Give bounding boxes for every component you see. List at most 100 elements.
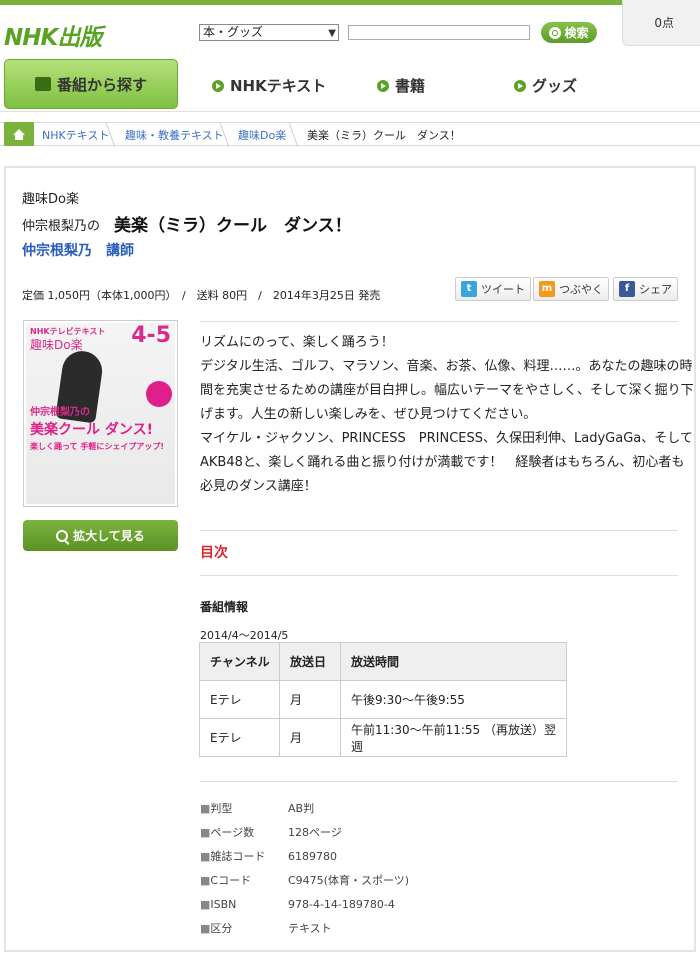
divider — [200, 321, 678, 322]
zoom-button[interactable]: 拡大して見る — [23, 520, 178, 551]
spec-value: テキスト — [288, 922, 332, 935]
price-line: 定価 1,050円（本体1,000円） / 送料 80円 / 2014年3月25… — [22, 289, 381, 302]
magnifier-icon — [56, 529, 69, 542]
search-input[interactable] — [348, 25, 530, 40]
cover-name-label: 仲宗根梨乃の — [30, 407, 90, 418]
spec-row: 区分テキスト — [200, 916, 409, 940]
spec-key: 判型 — [200, 800, 288, 816]
description-line: げます。人生の新しい楽しみを、ぜひ見つけてください。 — [200, 407, 537, 422]
arrow-circle-icon — [212, 79, 224, 92]
table-cell: 月 — [279, 680, 341, 719]
category-select[interactable]: 本・グッズ ▼ — [199, 24, 339, 41]
top-accent-line — [0, 0, 700, 5]
toc-heading: 目次 — [200, 545, 228, 561]
spec-key: ISBN — [200, 898, 288, 911]
nav-program-search-label: 番組から探す — [56, 75, 147, 94]
tweet-label: ツイート — [481, 283, 525, 296]
spec-value: 978-4-14-189780-4 — [288, 897, 395, 911]
cart-box[interactable]: 0点 — [622, 0, 700, 46]
table-cell: 午後9:30～午後9:55 — [340, 680, 567, 719]
spec-row: ページ数128ページ — [200, 820, 409, 844]
breadcrumb-link-hobby[interactable]: 趣味・教養テキスト — [125, 127, 224, 143]
spec-row: ISBN978-4-14-189780-4 — [200, 892, 409, 916]
spec-row: 雑誌コード6189780 — [200, 844, 409, 868]
twitter-icon: t — [461, 281, 477, 297]
author-link[interactable]: 仲宗根梨乃 講師 — [22, 240, 134, 260]
spec-value: AB判 — [288, 802, 315, 815]
home-icon[interactable] — [4, 122, 34, 146]
description-line: 間を充実させるための講座が目白押し。幅広いテーマをやさしく、そして深く掘り下 — [200, 383, 694, 398]
breadcrumb-current: 美楽（ミラ）クール ダンス！ — [307, 129, 461, 142]
nav-program-search-button[interactable]: 番組から探す — [4, 59, 178, 109]
mutter-button[interactable]: m つぶやく — [533, 277, 609, 301]
table-cell: 月 — [279, 718, 341, 757]
facebook-icon: f — [619, 281, 635, 297]
table-cell: 午前11:30～午前11:55 （再放送）翌週 — [340, 718, 567, 757]
spec-row: 判型AB判 — [200, 796, 409, 820]
arrow-circle-icon — [514, 79, 526, 92]
zoom-button-label: 拡大して見る — [73, 529, 145, 543]
facebook-share-button[interactable]: f シェア — [613, 277, 678, 301]
program-period: 2014/4～2014/5 — [200, 629, 289, 642]
category-select-value: 本・グッズ — [203, 25, 264, 39]
description-line: リズムにのって、楽しく踊ろう！ — [200, 335, 394, 350]
nav-item-nhk-text[interactable]: NHKテキスト — [212, 75, 326, 96]
nav-item-books[interactable]: 書籍 — [377, 75, 425, 96]
column-header: 放送日 — [279, 642, 341, 681]
search-button-label: 検索 — [564, 26, 589, 40]
spec-list: 判型AB判 ページ数128ページ 雑誌コード6189780 CコードC9475(… — [200, 796, 409, 940]
nav-item-goods[interactable]: グッズ — [514, 75, 577, 96]
column-header: チャンネル — [199, 642, 280, 681]
description: リズムにのって、楽しく踊ろう！ デジタル生活、ゴルフ、マラソン、音楽、お茶、仏像… — [200, 331, 694, 499]
nhk-publishing-logo[interactable]: NHK出版 — [4, 18, 102, 52]
spec-value: C9475(体育・スポーツ) — [288, 874, 410, 887]
search-icon — [549, 26, 562, 39]
table-cell: Eテレ — [199, 718, 280, 757]
table-header-row: チャンネル 放送日 放送時間 — [199, 642, 567, 681]
breadcrumb-separator — [110, 123, 120, 147]
table-row: Eテレ 月 午前11:30～午前11:55 （再放送）翌週 — [199, 718, 567, 757]
table-cell: Eテレ — [199, 680, 280, 719]
tweet-button[interactable]: t ツイート — [455, 277, 531, 301]
mutter-label: つぶやく — [559, 283, 603, 296]
title-prefix: 仲宗根梨乃の — [22, 219, 101, 234]
cover-image[interactable]: NHKテレビテキスト 4-5 趣味Do楽 仲宗根梨乃の 美楽クール ダンス! 楽… — [23, 320, 178, 507]
description-line: デジタル生活、ゴルフ、マラソン、音楽、お茶、仏像、料理……。あなたの趣味の時 — [200, 359, 693, 374]
chevron-down-icon: ▼ — [328, 28, 336, 39]
spec-row: CコードC9475(体育・スポーツ) — [200, 868, 409, 892]
divider — [200, 530, 678, 531]
breadcrumb-link-series[interactable]: 趣味Do楽 — [238, 127, 286, 143]
cover-subtitle-label: 楽しく踊って 手軽にシェイプアップ! — [30, 442, 165, 451]
spec-key: 雑誌コード — [200, 848, 288, 864]
schedule-table: チャンネル 放送日 放送時間 Eテレ 月 午後9:30～午後9:55 Eテレ 月… — [199, 642, 567, 757]
cart-points: 0点 — [654, 16, 674, 30]
spec-key: 区分 — [200, 920, 288, 936]
facebook-share-label: シェア — [639, 283, 672, 296]
nav-item-label: グッズ — [532, 77, 578, 95]
description-line: 必見のダンス講座！ — [200, 479, 317, 494]
breadcrumb-separator — [293, 123, 303, 147]
tv-icon — [34, 77, 51, 91]
table-row: Eテレ 月 午後9:30～午後9:55 — [199, 680, 567, 719]
arrow-circle-icon — [377, 79, 389, 92]
breadcrumb-separator — [224, 123, 234, 147]
spec-value: 128ページ — [288, 826, 342, 839]
divider — [200, 781, 678, 782]
series-name: 趣味Do楽 — [22, 192, 79, 207]
column-header: 放送時間 — [340, 642, 567, 681]
spec-key: Cコード — [200, 872, 288, 888]
cover-issue-number: 4-5 — [131, 323, 171, 348]
cover-series-label: 趣味Do楽 — [30, 338, 83, 352]
spec-value: 6189780 — [288, 849, 337, 863]
description-line: AKB48と、楽しく踊れる曲と振り付けが満載です！ 経験者はもちろん、初心者も — [200, 455, 685, 470]
nav-item-label: 書籍 — [395, 77, 426, 95]
nav-item-label: NHKテキスト — [230, 77, 327, 95]
breadcrumb-link-nhk-text[interactable]: NHKテキスト — [42, 127, 109, 143]
cover-badge — [146, 381, 172, 407]
page-title: 美楽（ミラ）クール ダンス！ — [114, 216, 352, 236]
spec-key: ページ数 — [200, 824, 288, 840]
divider — [200, 575, 678, 576]
cover-title-label: 美楽クール ダンス! — [30, 422, 153, 438]
search-button[interactable]: 検索 — [541, 22, 597, 43]
mutter-icon: m — [539, 281, 555, 297]
